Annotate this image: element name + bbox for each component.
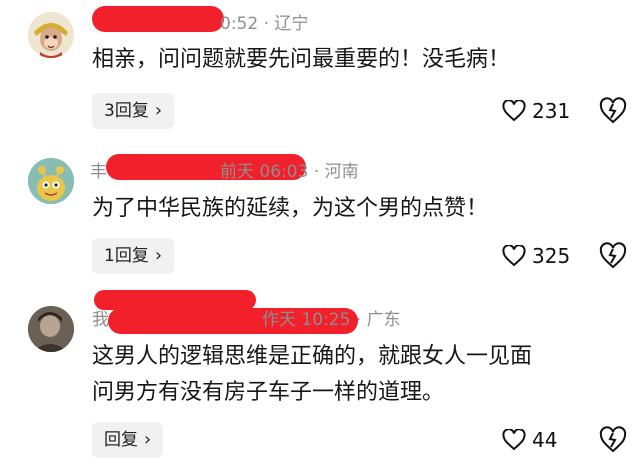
like-button[interactable]: 44: [502, 422, 557, 458]
time-location: 0:52 · 辽宁: [220, 14, 309, 34]
broken-heart-icon: [599, 426, 627, 453]
replies-label: 1回复: [104, 246, 149, 266]
like-button[interactable]: 325: [502, 238, 570, 274]
heart-icon: [502, 100, 526, 122]
time-location: 前天 06:03 · 河南: [220, 162, 359, 182]
comment-text[interactable]: 相亲，问问题就要先问最重要的！没毛病！: [92, 42, 510, 78]
username-prefix: 我: [92, 310, 109, 330]
heart-icon: [502, 245, 526, 267]
reply-label: 回复: [104, 430, 138, 450]
replies-button[interactable]: 1回复 ›: [92, 238, 175, 274]
like-button[interactable]: 231: [502, 93, 570, 129]
chevron-right-icon: ›: [154, 100, 163, 121]
time-location: 作天 10:25 · 广东: [262, 310, 401, 330]
photo-avatar-image: [28, 306, 74, 352]
comment-text[interactable]: 这男人的逻辑思维是正确的，就跟女人一见面 问男方有没有房子车子一样的道理。: [92, 339, 532, 411]
comment-text[interactable]: 为了中华民族的延续，为这个男的点赞！: [92, 191, 488, 227]
like-count: 231: [532, 99, 571, 123]
photo-avatar[interactable]: [28, 306, 74, 352]
redacted-username: [92, 6, 224, 32]
chevron-right-icon: ›: [154, 245, 163, 266]
replies-button[interactable]: 3回复 ›: [92, 93, 175, 129]
monkey-king-avatar[interactable]: [28, 12, 74, 58]
username-initial: 丰: [90, 162, 107, 182]
replies-label: 3回复: [104, 101, 149, 121]
dislike-button[interactable]: [598, 241, 628, 271]
like-count: 325: [532, 244, 571, 268]
comment-text-line: 问男方有没有房子车子一样的道理。: [92, 380, 445, 405]
reply-button[interactable]: 回复 ›: [92, 422, 164, 458]
chevron-right-icon: ›: [144, 429, 152, 450]
dislike-button[interactable]: [598, 96, 628, 126]
redacted-username: [94, 290, 256, 310]
monkey-king-avatar-image: [28, 12, 74, 58]
comment-text-line: 为了中华民族的延续，为这个男的点赞！: [92, 196, 489, 221]
green-monster-avatar-image: [28, 158, 74, 204]
dislike-button[interactable]: [598, 425, 628, 455]
heart-icon: [502, 429, 526, 451]
like-count: 44: [532, 428, 558, 452]
broken-heart-icon: [599, 242, 627, 269]
broken-heart-icon: [599, 97, 627, 124]
green-monster-avatar[interactable]: [28, 158, 74, 204]
comment-text-line: 相亲，问问题就要先问最重要的！没毛病！: [92, 47, 511, 72]
comment-text-line: 这男人的逻辑思维是正确的，就跟女人一见面: [92, 344, 533, 369]
